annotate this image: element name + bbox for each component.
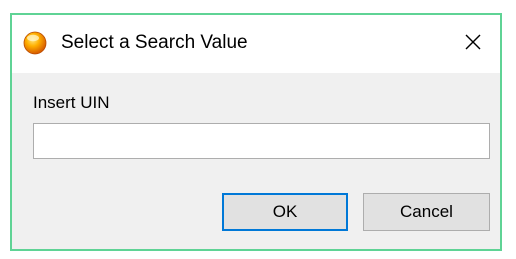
uin-input[interactable] (33, 123, 490, 159)
orange-orb-icon (23, 31, 47, 55)
title-bar[interactable]: Select a Search Value (12, 15, 500, 73)
cancel-button[interactable]: Cancel (363, 193, 490, 231)
dialog-window: Select a Search Value Insert UIN OK Canc… (10, 13, 502, 251)
close-button[interactable] (446, 15, 500, 73)
dialog-body: Insert UIN OK Cancel (12, 73, 500, 251)
uin-label: Insert UIN (33, 93, 110, 112)
close-icon (464, 33, 482, 56)
window-title: Select a Search Value (61, 32, 248, 53)
ok-button[interactable]: OK (222, 193, 348, 231)
